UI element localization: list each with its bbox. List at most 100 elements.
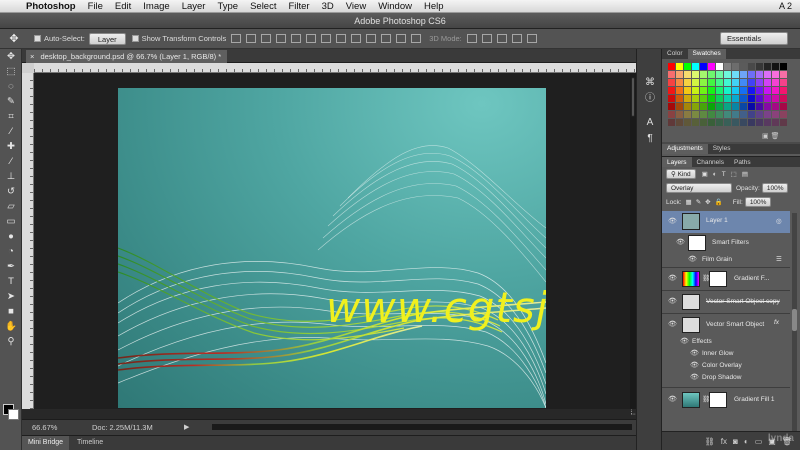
swatch-cell[interactable] [764, 103, 771, 110]
eye-icon[interactable]: 👁 [668, 297, 677, 305]
swatch-cell[interactable] [748, 79, 755, 86]
swatch-cell[interactable] [708, 119, 715, 126]
swatch-cell[interactable] [756, 79, 763, 86]
character-icon[interactable]: A [637, 115, 663, 131]
swatch-cell[interactable] [716, 63, 723, 70]
swatch-grid[interactable] [668, 63, 787, 126]
shape-tool-icon[interactable]: ■ [0, 304, 22, 319]
tab-timeline[interactable]: Timeline [71, 436, 109, 450]
layer-name[interactable]: Gradient F... [734, 275, 769, 282]
swatch-cell[interactable] [676, 79, 683, 86]
swatch-cell[interactable] [708, 111, 715, 118]
swatch-cell[interactable] [764, 95, 771, 102]
swatch-cell[interactable] [756, 95, 763, 102]
swatch-cell[interactable] [772, 71, 779, 78]
swatch-cell[interactable] [700, 119, 707, 126]
eye-icon[interactable]: 👁 [668, 217, 677, 225]
swatch-cell[interactable] [764, 79, 771, 86]
swatch-cell[interactable] [668, 119, 675, 126]
auto-select-dropdown[interactable]: Layer [88, 32, 126, 45]
swatch-cell[interactable] [772, 95, 779, 102]
swatch-cell[interactable] [684, 111, 691, 118]
swatch-cell[interactable] [724, 79, 731, 86]
menu-edit[interactable]: Edit [109, 1, 137, 12]
swatch-cell[interactable] [692, 111, 699, 118]
image-canvas[interactable]: www.cgtsj.com [118, 88, 546, 408]
layer-row-vso-copy[interactable]: 👁 Vector Smart Object copy [662, 291, 790, 313]
eye-icon[interactable]: 👁 [688, 255, 697, 263]
auto-align-icon[interactable] [411, 34, 422, 43]
swatch-cell[interactable] [668, 87, 675, 94]
tab-swatches[interactable]: Swatches [687, 49, 726, 59]
swatch-cell[interactable] [732, 95, 739, 102]
swatch-cell[interactable] [708, 63, 715, 70]
swatch-cell[interactable] [740, 111, 747, 118]
swatch-cell[interactable] [676, 63, 683, 70]
filter-options-icon[interactable]: ☰ [776, 255, 782, 263]
swatch-cell[interactable] [756, 103, 763, 110]
distribute-left-icon[interactable] [366, 34, 377, 43]
menu-3d[interactable]: 3D [316, 1, 340, 12]
swatch-cell[interactable] [724, 111, 731, 118]
quick-select-tool-icon[interactable]: ✎ [0, 94, 22, 109]
layer-row-smart-filters[interactable]: 👁 Smart Filters [662, 233, 790, 253]
move-tool-icon[interactable]: ✥ [0, 32, 28, 45]
eye-icon[interactable]: 👁 [690, 361, 699, 369]
swatch-cell[interactable] [700, 95, 707, 102]
swatch-cell[interactable] [716, 111, 723, 118]
3d-roll-icon[interactable] [481, 34, 492, 43]
layer-name[interactable]: Layer 1 [706, 217, 728, 224]
paragraph-icon[interactable]: ¶ [637, 131, 663, 147]
tab-adjustments[interactable]: Adjustments [662, 144, 708, 154]
menu-extras[interactable]: A 2 [779, 1, 800, 11]
effect-row-inner-glow[interactable]: 👁 Inner Glow [662, 348, 790, 360]
document-tab[interactable]: × desktop_background.psd @ 66.7% (Layer … [26, 50, 228, 63]
zoom-level[interactable]: 66.67% [32, 420, 57, 436]
swatch-cell[interactable] [740, 119, 747, 126]
swatch-cell[interactable] [708, 79, 715, 86]
swatch-cell[interactable] [716, 119, 723, 126]
transform-controls-checkbox[interactable] [131, 35, 139, 42]
history-brush-tool-icon[interactable]: ↺ [0, 184, 22, 199]
swatch-cell[interactable] [700, 87, 707, 94]
link-layers-icon[interactable]: ⛓ [705, 437, 715, 446]
add-mask-icon[interactable]: ◙ [733, 437, 738, 446]
history-icon[interactable]: ⌘ [637, 75, 663, 91]
eye-icon[interactable]: 👁 [680, 337, 689, 345]
swatch-cell[interactable] [772, 63, 779, 70]
align-right-icon[interactable] [306, 34, 317, 43]
swatch-cell[interactable] [668, 95, 675, 102]
swatch-cell[interactable] [692, 87, 699, 94]
filter-smart-icon[interactable]: ▤ [742, 170, 748, 178]
status-menu-arrow-icon[interactable]: ▶ [184, 420, 189, 436]
swatch-cell[interactable] [668, 79, 675, 86]
layer-name[interactable]: Vector Smart Object [706, 321, 764, 328]
swatch-cell[interactable] [708, 71, 715, 78]
swatch-cell[interactable] [700, 79, 707, 86]
swatch-cell[interactable] [732, 79, 739, 86]
swatch-cell[interactable] [692, 103, 699, 110]
distribute-right-icon[interactable] [396, 34, 407, 43]
swatch-cell[interactable] [676, 111, 683, 118]
swatch-cell[interactable] [740, 71, 747, 78]
swatch-cell[interactable] [676, 103, 683, 110]
swatch-cell[interactable] [708, 87, 715, 94]
zoom-tool-icon[interactable]: ⚲ [0, 334, 22, 349]
pasteboard[interactable]: www.cgtsj.com ⬚ [34, 73, 640, 416]
tab-mini-bridge[interactable]: Mini Bridge [22, 436, 70, 450]
filter-kind-dropdown[interactable]: ⚲ Kind [666, 169, 696, 179]
menu-filter[interactable]: Filter [282, 1, 315, 12]
swatch-cell[interactable] [716, 71, 723, 78]
3d-drag-icon[interactable] [496, 34, 507, 43]
eyedropper-tool-icon[interactable]: ⁄ [0, 124, 22, 139]
swatch-cell[interactable] [684, 71, 691, 78]
layer-row-vso[interactable]: 👁 Vector Smart Object fx [662, 314, 790, 336]
distribute-vcenter-icon[interactable] [336, 34, 347, 43]
lock-position-icon[interactable]: ✥ [705, 198, 710, 206]
swatch-cell[interactable] [732, 119, 739, 126]
move-tool-icon[interactable]: ✥ [0, 49, 22, 64]
swatch-cell[interactable] [732, 71, 739, 78]
swatch-cell[interactable] [748, 95, 755, 102]
eye-icon[interactable]: 👁 [668, 395, 677, 403]
healing-tool-icon[interactable]: ✚ [0, 139, 22, 154]
